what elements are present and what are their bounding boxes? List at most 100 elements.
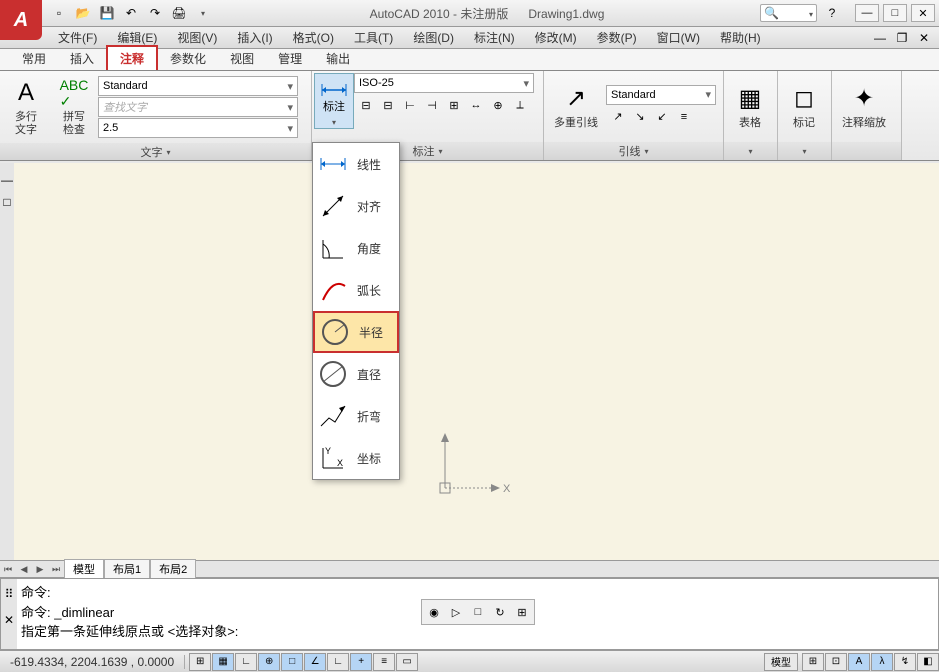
sb-btn-5[interactable]: ↯ (894, 653, 916, 671)
coordinates[interactable]: -619.4334, 2204.1639 , 0.0000 (0, 655, 185, 669)
help-icon[interactable]: ? (821, 3, 843, 23)
menu-modify[interactable]: 修改(M) (525, 26, 587, 49)
sb-btn-4[interactable]: λ (871, 653, 893, 671)
cmd-close-icon[interactable]: ✕ (4, 613, 14, 627)
tab-view[interactable]: 视图 (218, 47, 266, 70)
dim-btn-4[interactable]: ⊣ (422, 95, 442, 115)
menu-parametric[interactable]: 参数(P) (587, 26, 647, 49)
dim-btn-3[interactable]: ⊢ (400, 95, 420, 115)
lt-prev[interactable]: ◀ (16, 561, 32, 577)
dim-dropdown-button[interactable]: 标注 (314, 73, 354, 129)
menu-help[interactable]: 帮助(H) (710, 26, 771, 49)
new-icon[interactable]: ▫ (48, 3, 70, 23)
tab-layout2[interactable]: 布局2 (150, 559, 196, 579)
model-space-button[interactable]: 模型 (764, 653, 798, 671)
qp-button[interactable]: ▭ (396, 653, 418, 671)
menu-format[interactable]: 格式(O) (283, 26, 344, 49)
command-area[interactable]: ⠿ ✕ 命令: 命令: _dimlinear 指定第一条延伸线原点或 <选择对象… (0, 578, 939, 650)
app-logo[interactable]: A (0, 0, 42, 40)
panel-leader-footer[interactable]: 引线 (544, 142, 723, 160)
drawing-canvas[interactable]: — □ Y X (0, 163, 939, 560)
print-icon[interactable]: 🖨 (168, 3, 190, 23)
lt-first[interactable]: ⏮ (0, 561, 16, 577)
tab-parametric[interactable]: 参数化 (158, 47, 218, 70)
leader-style-combo[interactable]: Standard (606, 85, 716, 105)
mleader-button[interactable]: ↗ 多重引线 (546, 79, 606, 134)
search-group[interactable]: 🔍 (760, 4, 817, 22)
tab-output[interactable]: 输出 (314, 47, 362, 70)
search-dropdown[interactable] (809, 6, 813, 20)
find-text-input[interactable]: 查找文字 (98, 97, 298, 117)
otrack-button[interactable]: ∠ (304, 653, 326, 671)
doc-close-button[interactable]: ✕ (913, 28, 935, 48)
tab-annotate[interactable]: 注释 (106, 45, 158, 70)
sb-btn-2[interactable]: ⊡ (825, 653, 847, 671)
lt-next[interactable]: ▶ (32, 561, 48, 577)
leader-btn-4[interactable]: ≡ (674, 107, 694, 127)
mtext-button[interactable]: A 多行 文字 (2, 73, 50, 141)
nav-btn-3[interactable]: □ (468, 602, 488, 622)
leader-btn-1[interactable]: ↗ (608, 107, 628, 127)
dim-btn-7[interactable]: ⊕ (488, 95, 508, 115)
menu-file[interactable]: 文件(F) (48, 26, 107, 49)
tab-manage[interactable]: 管理 (266, 47, 314, 70)
menu-tools[interactable]: 工具(T) (344, 26, 403, 49)
dd-angular[interactable]: 角度 (313, 227, 399, 269)
text-style-combo[interactable]: Standard (98, 76, 298, 96)
menu-insert[interactable]: 插入(I) (227, 26, 282, 49)
markup-button[interactable]: ◻ 标记 (780, 79, 828, 134)
doc-restore-button[interactable]: ❐ (891, 28, 913, 48)
nav-btn-5[interactable]: ⊞ (512, 602, 532, 622)
doc-minimize-button[interactable]: — (869, 28, 891, 48)
dim-btn-5[interactable]: ⊞ (444, 95, 464, 115)
dd-linear[interactable]: 线性 (313, 143, 399, 185)
menu-draw[interactable]: 绘图(D) (403, 26, 464, 49)
osnap-button[interactable]: □ (281, 653, 303, 671)
spellcheck-button[interactable]: ABC✓ 拼写 检查 (50, 73, 98, 141)
tab-layout1[interactable]: 布局1 (104, 559, 150, 579)
canvas-tool-1[interactable]: — (1, 173, 13, 187)
panel-markup-footer[interactable] (778, 142, 831, 160)
dim-btn-6[interactable]: ↔ (466, 95, 486, 115)
nav-btn-4[interactable]: ↻ (490, 602, 510, 622)
sb-btn-1[interactable]: ⊞ (802, 653, 824, 671)
cmd-handle-icon[interactable]: ⠿ (5, 587, 14, 601)
lt-last[interactable]: ⏭ (48, 561, 64, 577)
dd-aligned[interactable]: 对齐 (313, 185, 399, 227)
dd-arc[interactable]: 弧长 (313, 269, 399, 311)
tab-model[interactable]: 模型 (64, 559, 104, 579)
menu-window[interactable]: 窗口(W) (647, 26, 710, 49)
open-icon[interactable]: 📂 (72, 3, 94, 23)
close-button[interactable]: ✕ (911, 4, 935, 22)
ortho-button[interactable]: ∟ (235, 653, 257, 671)
dim-btn-1[interactable]: ⊟ (356, 95, 376, 115)
panel-table-footer[interactable] (724, 142, 777, 160)
nav-btn-2[interactable]: ▷ (446, 602, 466, 622)
maximize-button[interactable]: □ (883, 4, 907, 22)
menu-dimension[interactable]: 标注(N) (464, 26, 525, 49)
snap-button[interactable]: ⊞ (189, 653, 211, 671)
save-icon[interactable]: 💾 (96, 3, 118, 23)
menu-view[interactable]: 视图(V) (167, 26, 227, 49)
lwt-button[interactable]: ≡ (373, 653, 395, 671)
dd-ordinate[interactable]: YX 坐标 (313, 437, 399, 479)
dim-style-combo[interactable]: ISO-25 (354, 73, 534, 93)
dd-radius[interactable]: 半径 (313, 311, 399, 353)
anno-scale-button[interactable]: ✦ 注释缩放 (834, 79, 894, 134)
tab-home[interactable]: 常用 (10, 47, 58, 70)
sb-btn-3[interactable]: A (848, 653, 870, 671)
table-button[interactable]: ▦ 表格 (726, 79, 774, 134)
nav-btn-1[interactable]: ◉ (424, 602, 444, 622)
grid-button[interactable]: ▦ (212, 653, 234, 671)
polar-button[interactable]: ⊕ (258, 653, 280, 671)
dim-btn-2[interactable]: ⊟ (378, 95, 398, 115)
text-height-combo[interactable]: 2.5 (98, 118, 298, 138)
panel-text-footer[interactable]: 文字 (0, 143, 311, 160)
sb-btn-6[interactable]: ◧ (917, 653, 939, 671)
tab-insert[interactable]: 插入 (58, 47, 106, 70)
dim-btn-8[interactable]: ⟂ (510, 95, 530, 115)
canvas-tool-2[interactable]: □ (3, 195, 10, 209)
undo-icon[interactable]: ↶ (120, 3, 142, 23)
ducs-button[interactable]: ∟ (327, 653, 349, 671)
dd-jogged[interactable]: 折弯 (313, 395, 399, 437)
